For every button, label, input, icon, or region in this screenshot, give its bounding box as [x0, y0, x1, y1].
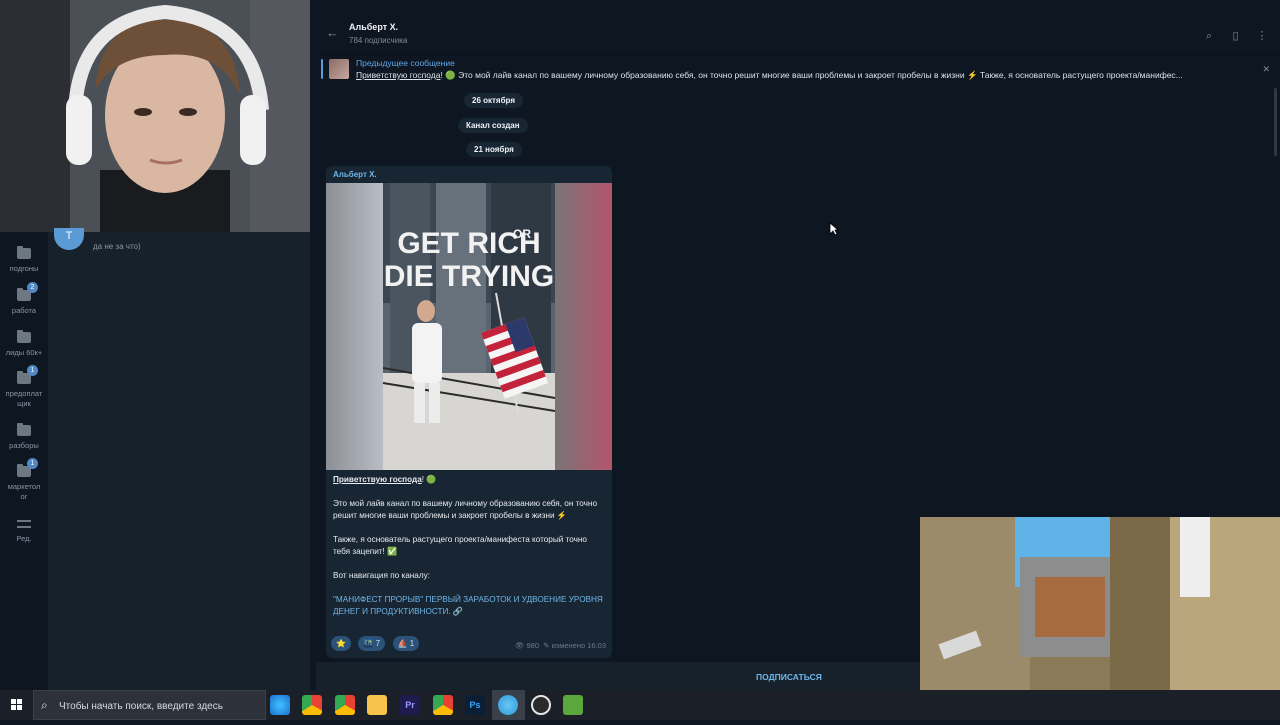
subscribe-button[interactable]: ПОДПИСАТЬСЯ: [756, 672, 822, 682]
sliders-icon: [17, 519, 31, 529]
eye-icon: 👁: [514, 641, 525, 650]
telegram-icon[interactable]: [498, 695, 518, 715]
reaction-emoji: ⛵: [397, 639, 408, 648]
folder-rabota[interactable]: 2 работа: [0, 282, 48, 316]
chat-list: T да не за что): [48, 228, 310, 690]
search-placeholder: Чтобы начать поиск, введите здесь: [59, 701, 223, 712]
pinned-title: Предыдущее сообщение: [356, 58, 455, 68]
post-link[interactable]: "МАНИФЕСТ ПРОРЫВ" ПЕРВЫЙ ЗАРАБОТОК И УДВ…: [333, 594, 605, 618]
folder-icon: [17, 246, 31, 259]
folder-label: маркетол ог: [7, 482, 41, 501]
reaction-emoji: ⭐: [336, 639, 346, 648]
post-greeting-tail: ! 🟢: [421, 475, 437, 484]
mouse-cursor-icon: [829, 222, 839, 236]
post-author[interactable]: Альберт Х.: [333, 170, 377, 179]
reaction-city[interactable]: 🌃 7: [358, 636, 386, 651]
edited-time: изменено 16:03: [551, 641, 606, 650]
start-button[interactable]: [0, 690, 34, 720]
webcam-image: [0, 0, 310, 232]
gameplay-overlay: [920, 517, 1280, 690]
taskbar-search[interactable]: ⌕ Чтобы начать поиск, введите здесь: [33, 690, 266, 720]
date-divider: 26 октября: [464, 93, 523, 108]
edit-folders-button[interactable]: Ред.: [0, 519, 48, 544]
search-icon[interactable]: ⌕: [1203, 30, 1215, 44]
folder-icon: [17, 330, 31, 343]
gameplay-image: [920, 517, 1280, 690]
chat-preview-text: да не за что): [93, 242, 141, 251]
file-explorer-icon[interactable]: [367, 695, 387, 715]
pencil-icon: ✎: [543, 641, 550, 650]
post-paragraph: Также, я основатель растущего проекта/ма…: [333, 535, 587, 556]
channel-title[interactable]: Альберт Х.: [349, 22, 398, 32]
chat-header: ← Альберт Х. 784 подписчика ⌕ ▯ ⋮: [316, 14, 1280, 54]
svg-text:DIE TRYING: DIE TRYING: [384, 260, 555, 293]
post-paragraph: Вот навигация по каналу:: [333, 571, 430, 580]
pinned-greeting: Приветствую господа: [356, 70, 441, 80]
pinned-indicator: [321, 59, 323, 79]
obs-icon[interactable]: [531, 695, 551, 715]
edit-label: Ред.: [16, 534, 32, 543]
post-greeting: Приветствую господа: [333, 475, 422, 484]
pinned-text: Приветствую господа! 🟢 Это мой лайв кана…: [356, 70, 1246, 81]
reactions-bar: ⭐ 🌃 7 ⛵ 1: [331, 633, 422, 651]
more-icon[interactable]: ⋮: [1256, 29, 1268, 43]
folder-podgony[interactable]: подгоны: [0, 246, 48, 274]
service-message: Канал создан: [458, 118, 528, 133]
avatar: T: [54, 228, 84, 250]
folder-label: лиды 60к+: [5, 348, 43, 357]
post-photo: GET RICH DIE TRYING OR: [326, 183, 612, 470]
minecraft-icon[interactable]: [563, 695, 583, 715]
reaction-star[interactable]: ⭐: [331, 636, 351, 651]
folder-label: подгоны: [9, 264, 39, 273]
chrome-icon[interactable]: [335, 695, 355, 715]
edge-icon[interactable]: [270, 695, 290, 715]
pinned-body: ! 🟢 Это мой лайв канал по вашему личному…: [440, 70, 1183, 80]
folder-label: предоплат щик: [5, 389, 43, 408]
sidebar-toggle-icon[interactable]: ▯: [1230, 29, 1242, 43]
folder-razbory[interactable]: разборы: [0, 423, 48, 451]
chrome-icon[interactable]: [433, 695, 453, 715]
post-paragraph: Это мой лайв канал по вашему личному обр…: [333, 499, 598, 520]
pinned-thumbnail: [329, 59, 349, 79]
folder-lidy[interactable]: лиды 60к+: [0, 330, 48, 358]
unread-badge: 1: [27, 365, 38, 376]
folder-label: работа: [11, 306, 37, 315]
photoshop-icon[interactable]: Ps: [465, 695, 485, 715]
reaction-count: 7: [375, 639, 381, 648]
svg-text:OR: OR: [513, 227, 531, 241]
windows-logo-icon: [11, 699, 22, 710]
subscriber-count: 784 подписчика: [349, 36, 408, 45]
chrome-icon[interactable]: [302, 695, 322, 715]
telegram-window: подгоны 2 работа лиды 60к+ 1 предоплат щ…: [0, 0, 1280, 690]
chat-list-item[interactable]: T да не за что): [48, 228, 310, 256]
folder-rail: подгоны 2 работа лиды 60к+ 1 предоплат щ…: [0, 232, 48, 690]
date-divider: 21 ноября: [466, 142, 522, 157]
scrollbar[interactable]: [1274, 88, 1277, 156]
post-text: Приветствую господа! 🟢 Это мой лайв кана…: [333, 474, 605, 630]
reaction-count: 1: [409, 639, 415, 648]
view-count: 980: [526, 641, 539, 650]
back-arrow-icon[interactable]: ←: [326, 26, 339, 39]
pinned-message-bar[interactable]: Предыдущее сообщение Приветствую господа…: [316, 55, 1280, 87]
pinned-list-icon[interactable]: ✕: [1262, 64, 1270, 75]
folder-predoplatshik[interactable]: 1 предоплат щик: [0, 365, 48, 409]
search-icon: ⌕: [41, 698, 48, 712]
folder-marketolog[interactable]: 1 маркетол ог: [0, 458, 48, 502]
reaction-emoji: 🌃: [363, 639, 374, 648]
windows-taskbar: ⌕ Чтобы начать поиск, введите здесь Pr P…: [0, 690, 1280, 720]
header-actions: ⌕ ▯ ⋮: [1193, 26, 1268, 44]
unread-badge: 1: [27, 458, 38, 469]
webcam-overlay: [0, 0, 310, 232]
channel-post: Альберт Х. GET RICH DIE TRYING OR Привет…: [326, 166, 612, 658]
premiere-icon[interactable]: Pr: [400, 695, 420, 715]
folder-icon: [17, 423, 31, 436]
post-meta: 👁 980 ✎ изменено 16:03: [515, 641, 606, 650]
unread-badge: 2: [27, 282, 38, 293]
reaction-boat[interactable]: ⛵ 1: [392, 636, 420, 651]
post-image[interactable]: GET RICH DIE TRYING OR: [326, 183, 612, 470]
folder-label: разборы: [9, 441, 39, 450]
